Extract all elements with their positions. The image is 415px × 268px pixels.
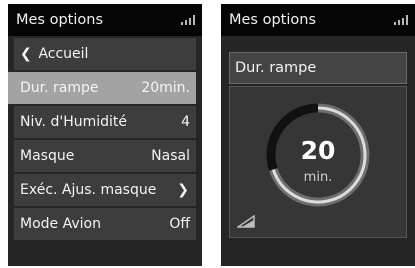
ramp-setting-screen: Mes options Dur. rampe 20 min.: [221, 4, 415, 266]
signal-icon: [181, 15, 195, 25]
menu-item-value: 20min.: [141, 80, 190, 96]
menu-item-dur-rampe[interactable]: Dur. rampe 20min.: [8, 72, 196, 104]
menu-item-masque[interactable]: Masque Nasal: [14, 140, 196, 172]
menu-item-value: Nasal: [151, 148, 190, 164]
menu-item-label: Niv. d'Humidité: [20, 114, 128, 130]
signal-icon: [394, 15, 408, 25]
chevron-left-icon: ❮: [20, 46, 32, 62]
corner-triangle-icon: [237, 214, 255, 228]
menu-item-exec-ajus-masque[interactable]: Exéc. Ajus. masque ❯: [14, 174, 196, 206]
menu-item-accueil[interactable]: ❮ Accueil: [14, 38, 196, 70]
chevron-right-icon: ❯: [177, 182, 189, 198]
options-menu-screen: Mes options ❮ Accueil Dur. rampe 20min. …: [8, 4, 202, 266]
setting-dial-panel[interactable]: 20 min.: [229, 86, 407, 238]
setting-title: Dur. rampe: [229, 52, 407, 84]
menu-item-label: Exéc. Ajus. masque: [20, 182, 157, 198]
setting-unit: min.: [303, 170, 333, 185]
menu-item-mode-avion[interactable]: Mode Avion Off: [14, 208, 196, 240]
screen-title: Mes options: [16, 12, 103, 28]
screen-title: Mes options: [229, 12, 316, 28]
options-menu: ❮ Accueil Dur. rampe 20min. Niv. d'Humid…: [8, 38, 196, 242]
setting-value: 20: [300, 136, 336, 165]
menu-item-niv-humidite[interactable]: Niv. d'Humidité 4: [14, 106, 196, 138]
screen-header: Mes options: [8, 4, 202, 36]
menu-item-value: Off: [169, 216, 190, 232]
menu-item-label: Mode Avion: [20, 216, 101, 232]
menu-item-label: Dur. rampe: [20, 80, 99, 96]
menu-item-label: Masque: [20, 148, 75, 164]
menu-item-value: 4: [181, 114, 190, 130]
menu-item-label: Accueil: [38, 46, 89, 62]
screen-header: Mes options: [221, 4, 415, 36]
